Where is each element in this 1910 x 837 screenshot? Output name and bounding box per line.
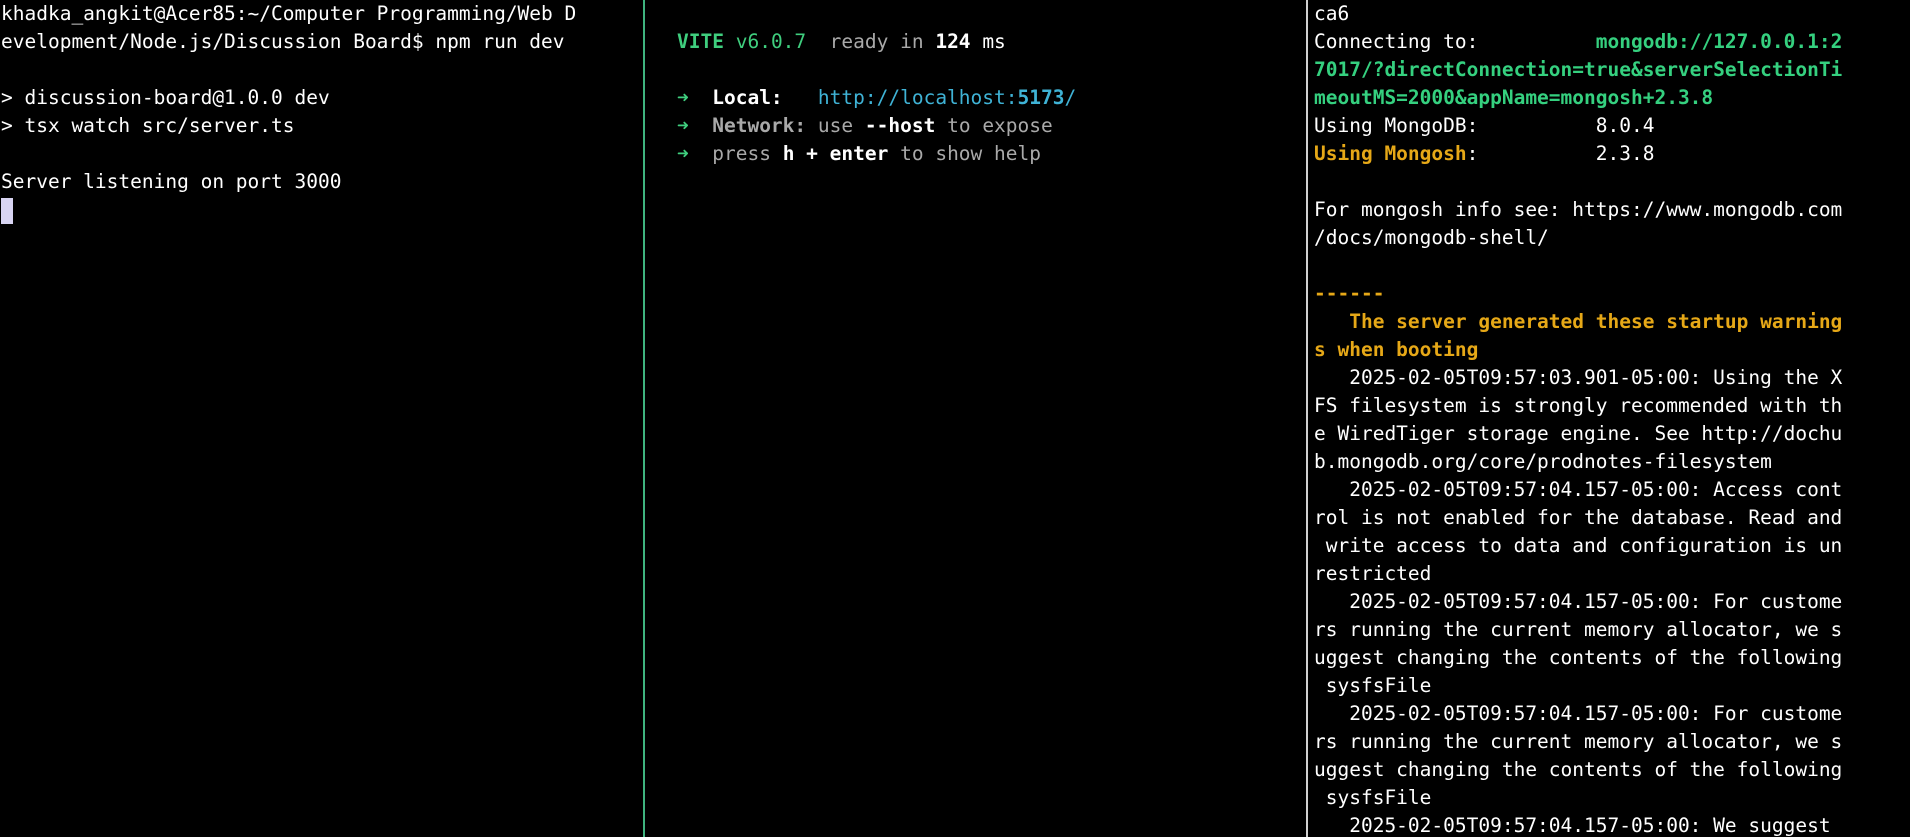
- pane-divider[interactable]: [1306, 0, 1308, 837]
- warning-line: e WiredTiger storage engine. See http://…: [1314, 422, 1843, 445]
- warning-line: uggest changing the contents of the foll…: [1314, 758, 1843, 781]
- vite-version: v6.0.7: [735, 30, 807, 53]
- warning-line: 2025-02-05T09:57:03.901-05:00: Using the…: [1314, 366, 1843, 389]
- local-url-prefix: http://localhost:: [817, 86, 1018, 109]
- mongosh-info-line: For mongosh info see: https://www.mongod…: [1314, 198, 1843, 221]
- terminal-pane-mongosh[interactable]: ca6 Connecting to: mongodb://127.0.0.1:2…: [1309, 0, 1910, 837]
- mongodb-version: 8.0.4: [1595, 114, 1655, 137]
- vite-help-line: ➜ press h + enter to show help: [645, 140, 1305, 168]
- vite-name: VITE: [677, 30, 724, 53]
- network-use: use: [817, 114, 854, 137]
- shell-prompt-line: evelopment/Node.js/Discussion Board$ npm…: [1, 30, 565, 53]
- warning-line: 2025-02-05T09:57:04.157-05:00: For custo…: [1314, 590, 1843, 613]
- using-mongosh-label: Using Mongosh: [1314, 142, 1467, 165]
- press-text: press: [712, 142, 771, 165]
- network-rest: to expose: [947, 114, 1053, 137]
- warning-line: restricted: [1314, 562, 1432, 585]
- mongosh-info-line: /docs/mongodb-shell/: [1314, 226, 1549, 249]
- terminal-pane-vite[interactable]: VITE v6.0.7 ready in 124 ms ➜ Local: htt…: [645, 0, 1305, 837]
- warning-line: sysfsFile: [1314, 674, 1432, 697]
- shell-prompt-line: khadka_angkit@Acer85:~/Computer Programm…: [1, 2, 577, 25]
- ready-ms: 124: [935, 30, 971, 53]
- warning-line: sysfsFile: [1314, 786, 1432, 809]
- warning-line: rs running the current memory allocator,…: [1314, 730, 1843, 753]
- server-status-line: Server listening on port 3000: [1, 170, 342, 193]
- ms-unit: ms: [982, 30, 1006, 53]
- network-flag: --host: [864, 114, 936, 137]
- warning-line: 2025-02-05T09:57:04.157-05:00: For custo…: [1314, 702, 1843, 725]
- arrow-icon: ➜: [677, 86, 689, 109]
- warning-line: rol is not enabled for the database. Rea…: [1314, 506, 1843, 529]
- terminal-pane-npm-dev[interactable]: khadka_angkit@Acer85:~/Computer Programm…: [0, 0, 643, 837]
- connecting-label: Connecting to:: [1314, 30, 1479, 53]
- colon: :: [1466, 142, 1479, 165]
- warning-line: b.mongodb.org/core/prodnotes-filesystem: [1314, 450, 1772, 473]
- mongosh-version: 2.3.8: [1595, 142, 1655, 165]
- vite-local-line: ➜ Local: http://localhost:5173/: [645, 84, 1305, 112]
- connecting-line: Connecting to: mongodb://127.0.0.1:2: [1309, 28, 1910, 56]
- warning-line: write access to data and configuration i…: [1314, 534, 1843, 557]
- warning-line: FS filesystem is strongly recommended wi…: [1314, 394, 1843, 417]
- using-mongodb-label: Using MongoDB:: [1314, 114, 1479, 137]
- press-keys: h + enter: [782, 142, 889, 165]
- mongo-uri: mongodb://127.0.0.1:2: [1595, 30, 1843, 53]
- press-rest: to show help: [900, 142, 1041, 165]
- warning-header: s when booting: [1314, 338, 1479, 361]
- npm-script-line: > tsx watch src/server.ts: [1, 114, 295, 137]
- warning-separator: ------: [1314, 282, 1385, 305]
- arrow-icon: ➜: [677, 114, 689, 137]
- output-line: ca6: [1314, 2, 1350, 25]
- cursor-line: [0, 196, 643, 224]
- local-url-port: 5173: [1017, 86, 1065, 109]
- terminal-cursor[interactable]: [1, 198, 13, 224]
- warning-header: The server generated these startup warni…: [1314, 310, 1843, 333]
- network-label: Network:: [712, 114, 807, 137]
- warning-line: 2025-02-05T09:57:04.157-05:00: Access co…: [1314, 478, 1843, 501]
- mongo-uri-continued: 7017/?directConnection=true&serverSelect…: [1314, 58, 1843, 81]
- local-url[interactable]: http://localhost:5173/: [818, 86, 1076, 109]
- ready-text: ready in: [829, 30, 924, 53]
- warning-line: 2025-02-05T09:57:04.157-05:00: We sugges…: [1314, 814, 1831, 837]
- mongosh-version-line: Using Mongosh: 2.3.8: [1309, 140, 1910, 168]
- local-url-suffix: /: [1064, 86, 1077, 109]
- npm-script-line: > discussion-board@1.0.0 dev: [1, 86, 330, 109]
- mongo-uri-continued: meoutMS=2000&appName=mongosh+2.3.8: [1314, 86, 1714, 109]
- warning-line: uggest changing the contents of the foll…: [1314, 646, 1843, 669]
- mongodb-version-line: Using MongoDB: 8.0.4: [1309, 112, 1910, 140]
- vite-ready-line: VITE v6.0.7 ready in 124 ms: [645, 28, 1305, 56]
- warning-line: rs running the current memory allocator,…: [1314, 618, 1843, 641]
- vite-network-line: ➜ Network: use --host to expose: [645, 112, 1305, 140]
- arrow-icon: ➜: [677, 142, 689, 165]
- local-label: Local:: [712, 86, 783, 109]
